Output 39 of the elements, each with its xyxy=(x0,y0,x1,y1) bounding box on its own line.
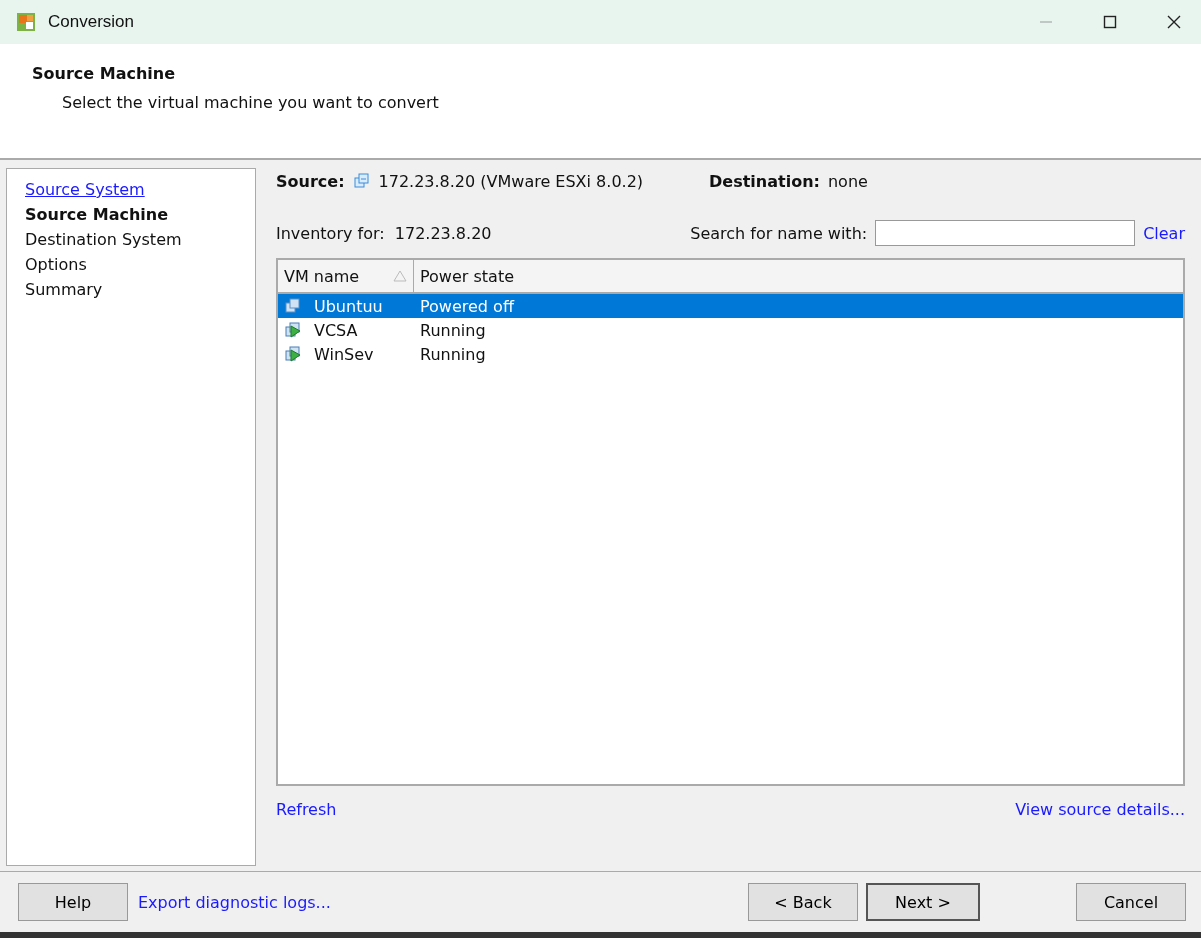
export-logs-link[interactable]: Export diagnostic logs... xyxy=(138,892,331,912)
back-button[interactable]: < Back xyxy=(748,883,858,921)
power-state: Powered off xyxy=(419,296,516,316)
cancel-button[interactable]: Cancel xyxy=(1076,883,1186,921)
close-icon[interactable] xyxy=(1167,15,1181,29)
destination-value: none xyxy=(827,171,868,191)
source-label: Source: xyxy=(276,171,345,191)
step-item: Destination System xyxy=(25,229,183,250)
help-button[interactable]: Help xyxy=(18,883,128,921)
table-row[interactable]: WinSev Running xyxy=(278,342,1183,366)
power-state: Running xyxy=(419,320,487,340)
inventory-label: Inventory for: 172.23.8.20 xyxy=(276,223,492,243)
destination-label: Destination: xyxy=(709,171,820,191)
page-title: Source Machine xyxy=(32,64,177,83)
view-details-link[interactable]: View source details... xyxy=(1015,800,1185,819)
power-state: Running xyxy=(419,344,487,364)
app-icon xyxy=(16,12,36,32)
maximize-icon[interactable] xyxy=(1103,15,1117,29)
vm-name: WinSev xyxy=(314,344,374,364)
refresh-link[interactable]: Refresh xyxy=(276,800,337,819)
vm-name: Ubuntuu xyxy=(314,296,383,316)
step-item: Source Machine xyxy=(25,204,170,225)
step-item: Options xyxy=(25,254,88,275)
step-item: Summary xyxy=(25,279,104,300)
vm-name: VCSA xyxy=(314,320,358,340)
step-link[interactable]: Source System xyxy=(25,179,237,200)
clear-link[interactable]: Clear xyxy=(1143,223,1185,243)
column-header[interactable]: Power state xyxy=(414,260,520,292)
source-value: 172.23.8.20 (VMware ESXi 8.0.2) xyxy=(378,171,644,191)
search-label: Search for name with: xyxy=(690,223,868,243)
column-header[interactable]: VM name xyxy=(278,260,414,292)
next-button[interactable]: Next > xyxy=(866,883,980,921)
search-field[interactable] xyxy=(875,220,1136,246)
host-icon xyxy=(352,172,371,190)
table-row[interactable]: VCSA Running xyxy=(278,318,1183,342)
page-subtitle: Select the virtual machine you want to convert xyxy=(62,93,440,112)
window-title: Conversion xyxy=(48,12,134,32)
table-row[interactable]: Ubuntuu Powered off xyxy=(278,294,1183,318)
sort-icon xyxy=(393,270,407,282)
